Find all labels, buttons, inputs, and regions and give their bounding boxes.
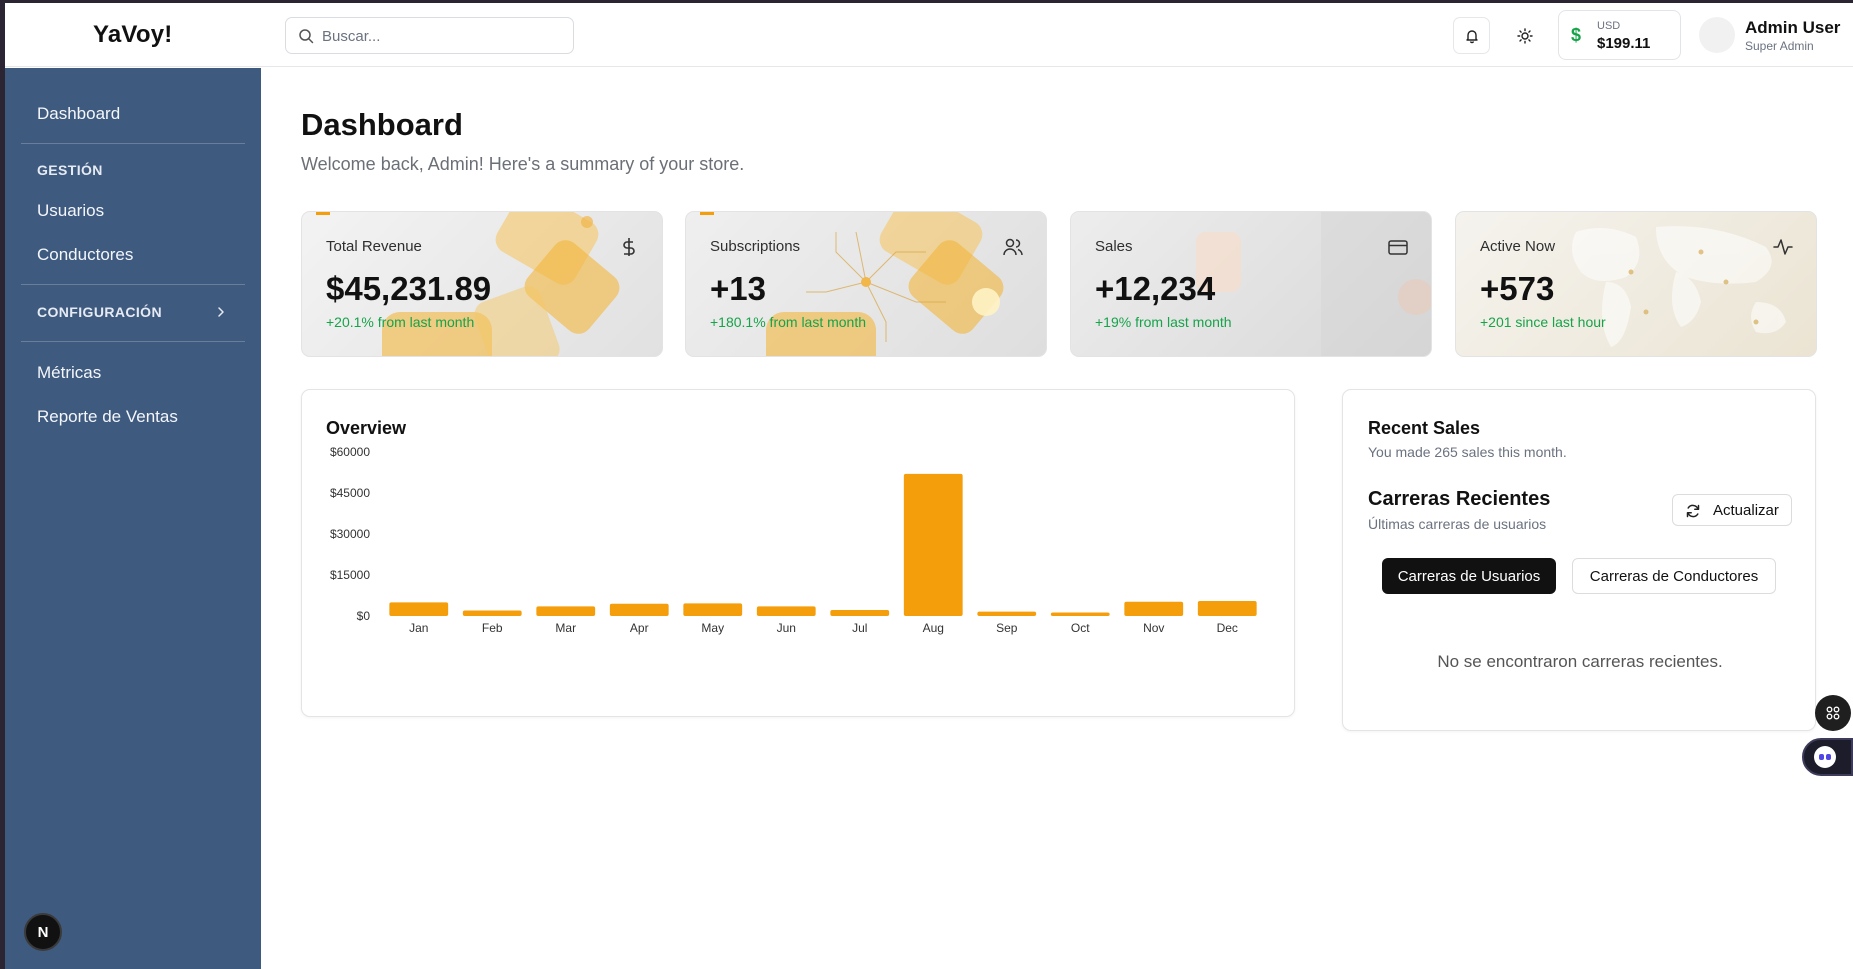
apps-floating-button[interactable]	[1815, 695, 1851, 731]
empty-state-message: No se encontraron carreras recientes.	[1437, 652, 1723, 671]
bar-nov[interactable]	[1124, 601, 1184, 616]
recent-sales-card: Recent Sales You made 265 sales this mon…	[1342, 389, 1816, 731]
refresh-label: Actualizar	[1713, 502, 1779, 519]
bar-feb[interactable]	[462, 610, 522, 616]
sidebar-item-dashboard[interactable]: Dashboard	[37, 104, 120, 124]
users-icon	[1003, 238, 1023, 256]
chevron-right-icon[interactable]	[214, 305, 228, 319]
carreras-title: Carreras Recientes	[1368, 488, 1551, 510]
bar-may[interactable]	[683, 603, 743, 616]
card-label: Total Revenue	[326, 238, 422, 255]
y-tick-label: $0	[357, 609, 371, 623]
card-label: Subscriptions	[710, 238, 801, 255]
refresh-icon	[1686, 504, 1700, 518]
bar-aug[interactable]	[903, 473, 963, 616]
card-delta: +20.1% from last month	[326, 314, 475, 330]
search-box[interactable]	[285, 17, 574, 54]
x-tick-label: Feb	[482, 621, 503, 635]
card-value: +13	[710, 270, 766, 307]
card-delta: +180.1% from last month	[710, 314, 867, 330]
theme-toggle-button[interactable]	[1506, 17, 1543, 54]
bar-jan[interactable]	[389, 602, 449, 616]
card-label: Sales	[1095, 238, 1133, 255]
bot-icon	[1814, 746, 1836, 768]
x-tick-label: Jan	[409, 621, 428, 635]
chatbot-floating-button[interactable]	[1802, 738, 1853, 776]
x-tick-label: Oct	[1071, 621, 1090, 635]
sidebar-divider	[21, 284, 245, 285]
grid-icon	[1826, 706, 1840, 720]
activity-icon	[1773, 239, 1793, 255]
refresh-button[interactable]: Actualizar	[1672, 494, 1792, 526]
x-tick-label: May	[701, 621, 724, 635]
recent-sales-title: Recent Sales	[1368, 418, 1481, 438]
carreras-subtitle: Últimas carreras de usuarios	[1368, 516, 1547, 532]
bar-dec[interactable]	[1197, 600, 1257, 616]
wallet-currency: USD	[1597, 20, 1621, 32]
sidebar: Dashboard GESTIÓN Usuarios Conductores C…	[5, 68, 261, 969]
bar-apr[interactable]	[609, 603, 669, 616]
card-delta: +201 since last hour	[1480, 314, 1606, 330]
bar-jun[interactable]	[756, 606, 816, 616]
stat-card-revenue: Total Revenue $45,231.89 +20.1% from las…	[301, 211, 663, 357]
overview-card: Overview $0 $15000 $30000 $45000 $60000 Jan Fe…	[301, 389, 1295, 717]
recent-sales-subtitle: You made 265 sales this month.	[1368, 444, 1567, 460]
notifications-button[interactable]	[1453, 17, 1490, 54]
bar-sep[interactable]	[977, 611, 1037, 616]
x-tick-label: Apr	[630, 621, 649, 635]
sidebar-item-conductores[interactable]: Conductores	[37, 245, 133, 265]
page-title: Dashboard	[301, 107, 463, 142]
x-tick-label: Dec	[1217, 621, 1238, 635]
stat-card-active-now: Active Now +573 +201 since last hour	[1455, 211, 1817, 357]
y-tick-label: $15000	[330, 568, 370, 582]
page-subtitle: Welcome back, Admin! Here's a summary of…	[301, 154, 745, 174]
card-value: +12,234	[1095, 270, 1216, 307]
dollar-icon	[623, 238, 635, 256]
user-role: Super Admin	[1745, 39, 1814, 53]
bar-mar[interactable]	[536, 606, 596, 616]
wallet-balance[interactable]: $ USD $199.11	[1558, 10, 1681, 60]
card-delta: +19% from last month	[1095, 314, 1232, 330]
credit-card-icon	[1388, 240, 1408, 255]
sun-icon	[1516, 27, 1533, 44]
sidebar-section-gestion: GESTIÓN	[37, 162, 103, 178]
stat-card-sales: Sales +12,234 +19% from last month	[1070, 211, 1432, 357]
search-icon	[299, 29, 314, 44]
top-header: YaVoy! Buscar... $ USD $199.11 Admin Use…	[5, 3, 1853, 67]
sidebar-divider	[21, 143, 245, 144]
wallet-amount: $199.11	[1597, 35, 1651, 52]
sidebar-item-metricas[interactable]: Métricas	[37, 363, 101, 383]
x-tick-label: Jul	[852, 621, 867, 635]
y-tick-label: $30000	[330, 527, 370, 541]
stat-card-subscriptions: Subscriptions +13 +180.1% from last mont…	[685, 211, 1047, 357]
y-tick-label: $45000	[330, 486, 370, 500]
card-value: +573	[1480, 270, 1555, 307]
nextjs-badge[interactable]: N	[24, 913, 62, 951]
sidebar-divider	[21, 341, 245, 342]
overview-bar-chart: $0 $15000 $30000 $45000 $60000 Jan Feb Mar Apr Ma…	[330, 445, 1257, 635]
sidebar-item-usuarios[interactable]: Usuarios	[37, 201, 104, 221]
x-tick-label: Jun	[777, 621, 796, 635]
sidebar-section-configuracion[interactable]: CONFIGURACIÓN	[37, 304, 162, 320]
x-tick-label: Sep	[996, 621, 1018, 635]
bar-oct[interactable]	[1050, 612, 1110, 616]
app-root: YaVoy! Buscar... $ USD $199.11 Admin Use…	[0, 0, 1853, 969]
dollar-icon: $	[1571, 25, 1582, 45]
card-label: Active Now	[1480, 238, 1556, 255]
x-tick-label: Aug	[923, 621, 944, 635]
search-input[interactable]	[322, 24, 562, 48]
y-tick-label: $60000	[330, 445, 370, 459]
user-name[interactable]: Admin User	[1745, 18, 1840, 38]
sidebar-item-reporte-ventas[interactable]: Reporte de Ventas	[37, 407, 178, 427]
brand-logo[interactable]: YaVoy!	[93, 21, 172, 49]
card-value: $45,231.89	[326, 270, 492, 307]
x-tick-label: Nov	[1143, 621, 1164, 635]
x-tick-label: Mar	[555, 621, 576, 635]
bell-icon	[1465, 29, 1478, 43]
tab-carreras-conductores[interactable]: Carreras de Conductores	[1572, 558, 1776, 594]
avatar[interactable]	[1699, 17, 1735, 53]
bar-jul[interactable]	[830, 609, 890, 616]
tab-carreras-usuarios[interactable]: Carreras de Usuarios	[1382, 558, 1556, 594]
